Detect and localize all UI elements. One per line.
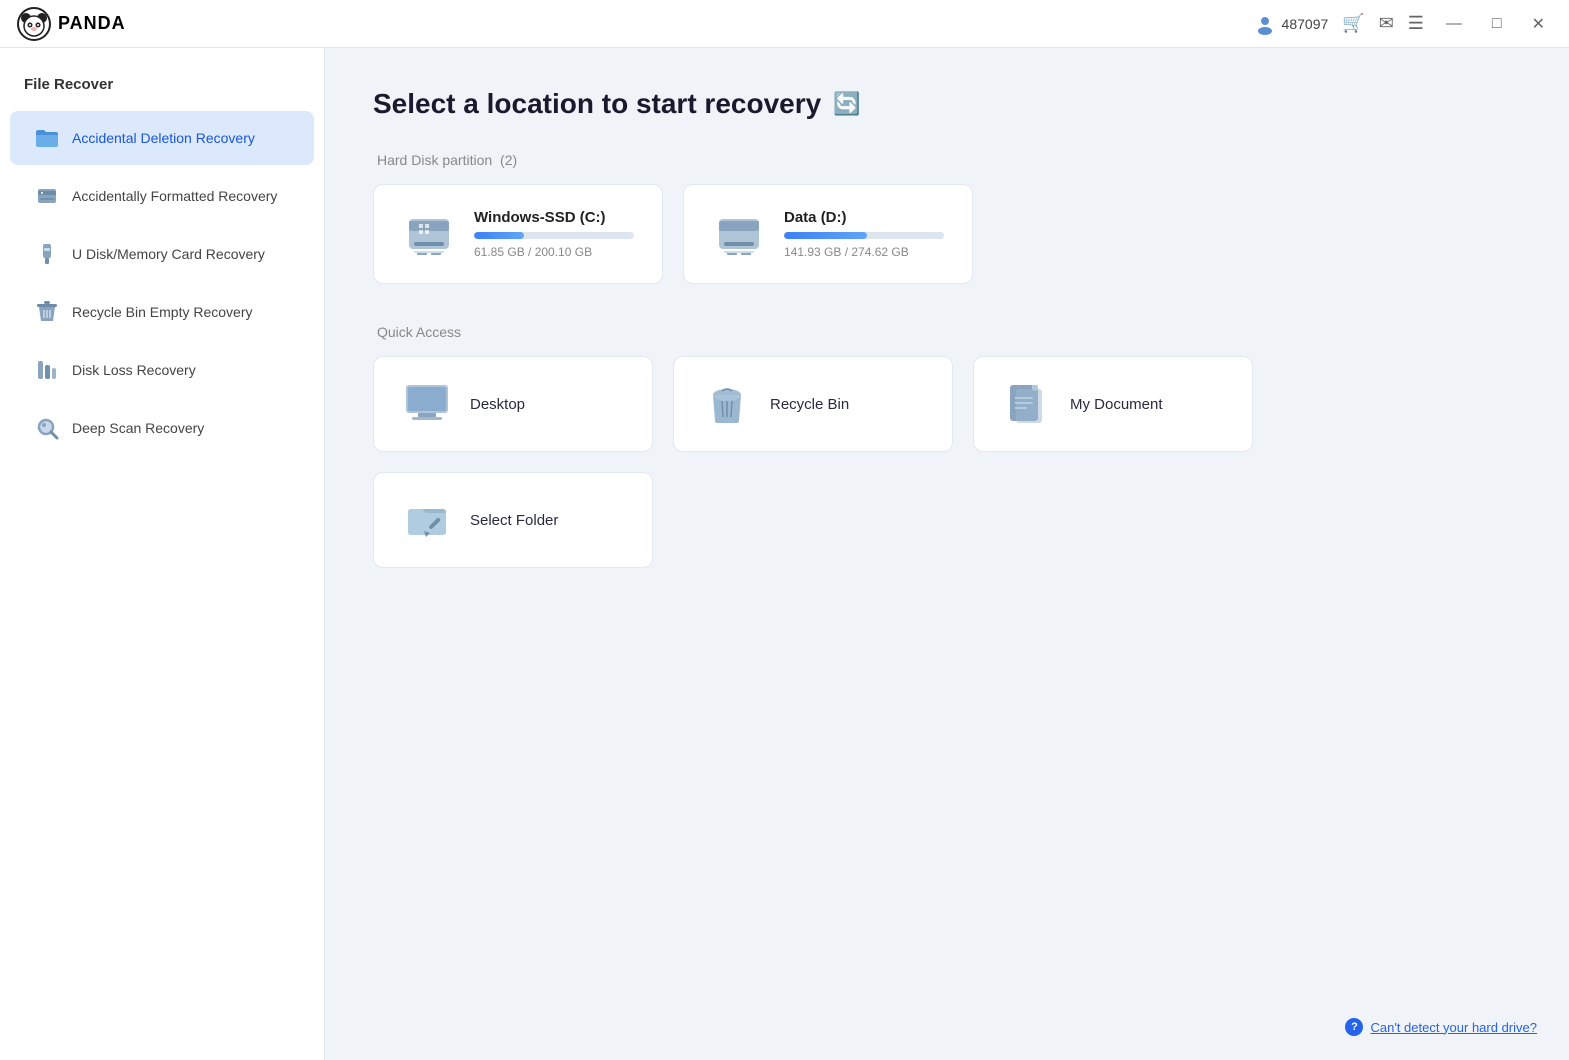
main-content: Select a location to start recovery 🔄 Ha… [325,48,1569,1060]
sidebar-item-accidentally-formatted[interactable]: Accidentally Formatted Recovery [10,169,314,223]
usb-icon [34,241,60,267]
app-logo: PANDA [16,6,126,42]
logo-text: PANDA [58,13,126,34]
help-icon: ? [1345,1018,1363,1036]
user-id: 487097 [1282,16,1329,32]
quick-card-my-document-label: My Document [1070,396,1163,413]
disk-icon-d [712,207,766,261]
panda-logo-icon [16,6,52,42]
refresh-icon[interactable]: 🔄 [833,91,860,117]
maximize-button[interactable]: □ [1484,11,1510,37]
sidebar-item-label-recycle-bin-empty: Recycle Bin Empty Recovery [72,304,253,320]
app-body: File Recover Accidental Deletion Recover… [0,48,1569,1060]
quick-card-select-folder[interactable]: Select Folder [373,472,653,568]
disk-loss-icon [34,357,60,383]
sidebar-item-deep-scan[interactable]: Deep Scan Recovery [10,401,314,455]
my-document-icon [1002,379,1052,429]
page-title: Select a location to start recovery 🔄 [373,88,1521,120]
quick-card-my-document[interactable]: My Document [973,356,1253,452]
deep-scan-icon [34,415,60,441]
disk-card-c[interactable]: Windows-SSD (C:) 61.85 GB / 200.10 GB [373,184,663,284]
sidebar-item-label-deep-scan: Deep Scan Recovery [72,420,204,436]
disk-c-info: Windows-SSD (C:) 61.85 GB / 200.10 GB [474,209,634,259]
quick-card-recycle-bin[interactable]: Recycle Bin [673,356,953,452]
sidebar-item-label-u-disk: U Disk/Memory Card Recovery [72,246,265,262]
menu-button[interactable]: ☰ [1408,13,1424,34]
sidebar: File Recover Accidental Deletion Recover… [0,48,325,1060]
quick-access-section-label: Quick Access [373,324,1521,340]
disk-d-progress-bar [784,232,944,239]
mail-button[interactable]: ✉ [1379,13,1394,34]
sidebar-section-title: File Recover [0,76,324,109]
folder-icon [34,125,60,151]
disk-d-name: Data (D:) [784,209,944,226]
sidebar-item-label-disk-loss: Disk Loss Recovery [72,362,196,378]
sidebar-item-label-accidentally-formatted: Accidentally Formatted Recovery [72,188,277,204]
user-icon [1254,13,1276,35]
titlebar-controls: 487097 🛒 ✉ ☰ — □ ✕ [1254,10,1553,38]
desktop-icon [402,379,452,429]
quick-card-select-folder-label: Select Folder [470,512,558,529]
sidebar-item-disk-loss[interactable]: Disk Loss Recovery [10,343,314,397]
titlebar: PANDA 487097 🛒 ✉ ☰ — □ ✕ [0,0,1569,48]
drive-icon-formatted [34,183,60,209]
disk-icon-c [402,207,456,261]
minimize-button[interactable]: — [1438,11,1470,37]
sidebar-item-accidental-deletion[interactable]: Accidental Deletion Recovery [10,111,314,165]
user-area: 487097 [1254,13,1329,35]
logo-area: PANDA [16,6,126,42]
quick-card-desktop[interactable]: Desktop [373,356,653,452]
disk-d-info: Data (D:) 141.93 GB / 274.62 GB [784,209,944,259]
disk-card-d[interactable]: Data (D:) 141.93 GB / 274.62 GB [683,184,973,284]
quick-card-recycle-bin-label: Recycle Bin [770,396,849,413]
hard-disk-section-label: Hard Disk partition (2) [373,152,1521,168]
disk-c-name: Windows-SSD (C:) [474,209,634,226]
sidebar-item-label-accidental-deletion: Accidental Deletion Recovery [72,130,255,146]
close-button[interactable]: ✕ [1524,10,1553,38]
select-folder-icon [402,495,452,545]
recycle-bin-icon [34,299,60,325]
sidebar-item-u-disk[interactable]: U Disk/Memory Card Recovery [10,227,314,281]
sidebar-item-recycle-bin-empty[interactable]: Recycle Bin Empty Recovery [10,285,314,339]
recycle-bin-quick-icon [702,379,752,429]
disk-grid: Windows-SSD (C:) 61.85 GB / 200.10 GB [373,184,1521,284]
disk-c-size: 61.85 GB / 200.10 GB [474,245,634,259]
cart-button[interactable]: 🛒 [1342,13,1364,34]
disk-c-progress-bar [474,232,634,239]
disk-d-size: 141.93 GB / 274.62 GB [784,245,944,259]
help-link[interactable]: ? Can't detect your hard drive? [1345,1018,1537,1036]
quick-grid: Desktop Recycle Bin [373,356,1521,568]
disk-c-progress-fill [474,232,524,239]
quick-card-desktop-label: Desktop [470,396,525,413]
disk-d-progress-fill [784,232,867,239]
